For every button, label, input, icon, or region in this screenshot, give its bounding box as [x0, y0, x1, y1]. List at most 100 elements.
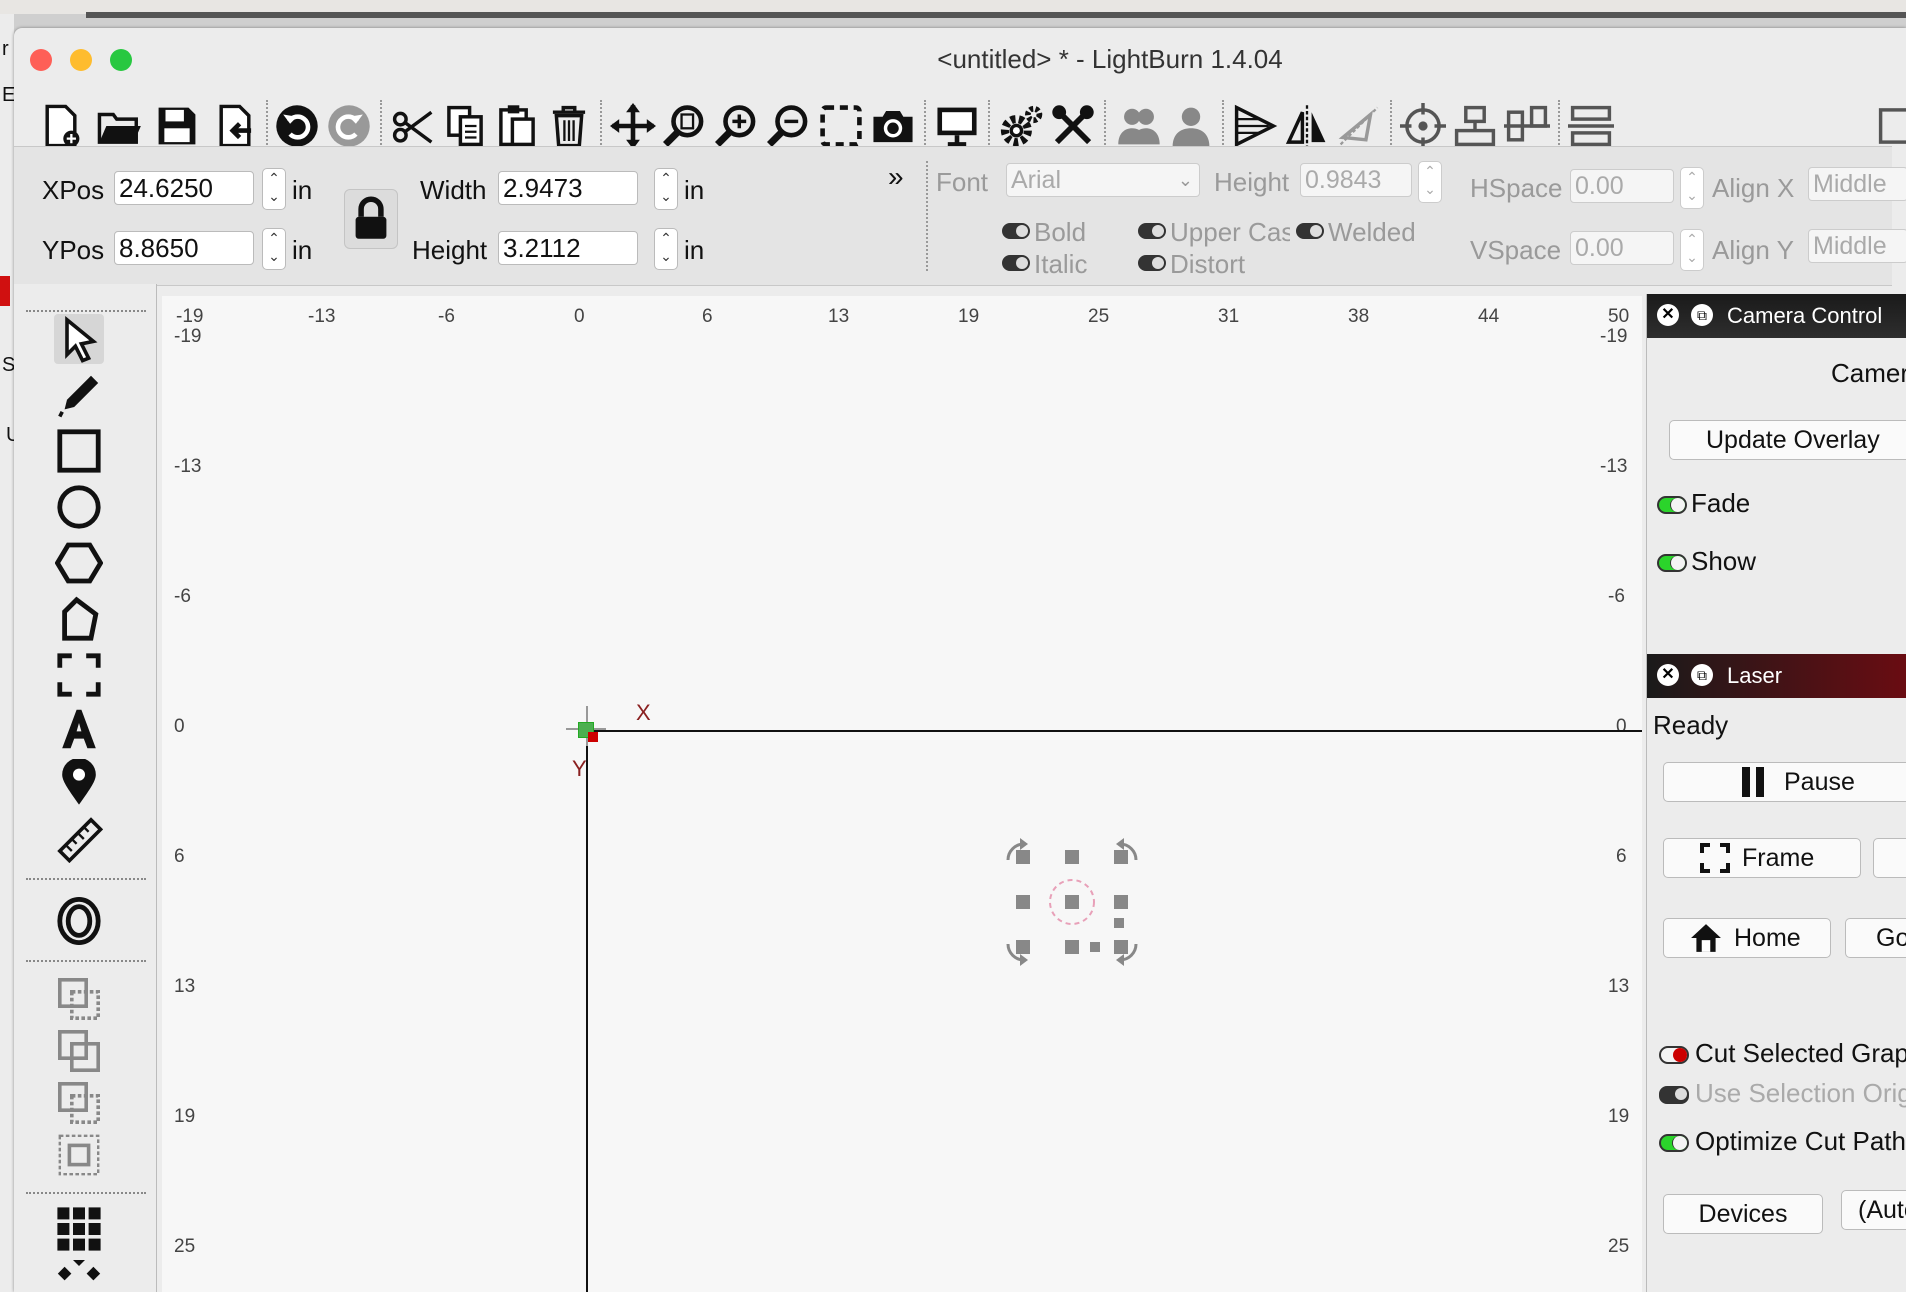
- grid-array-icon[interactable]: [54, 1204, 104, 1254]
- boolean-union-icon[interactable]: [54, 974, 104, 1024]
- go-label: Go: [1876, 923, 1906, 952]
- distort-label: Distort: [1170, 249, 1246, 279]
- laser-title: Laser: [1727, 663, 1783, 688]
- bold-toggle[interactable]: [1002, 223, 1030, 239]
- show-toggle[interactable]: [1657, 554, 1687, 572]
- distort-toggle[interactable]: [1138, 255, 1166, 271]
- bold-label: Bold: [1034, 217, 1087, 247]
- selected-object[interactable]: [1002, 832, 1142, 972]
- edit-nodes-icon[interactable]: [54, 594, 104, 644]
- y-axis-label: Y: [572, 756, 587, 781]
- upper-case-label: Upper Case: [1170, 217, 1290, 247]
- port-select[interactable]: (Auto): [1841, 1190, 1906, 1230]
- camera-label: Camera: [1831, 358, 1906, 388]
- vspace-input[interactable]: 0.00: [1570, 231, 1674, 265]
- update-overlay-button[interactable]: Update Overlay: [1669, 420, 1906, 460]
- fade-label: Fade: [1691, 488, 1751, 518]
- pause-label: Pause: [1784, 767, 1855, 796]
- camera-control-header: ✕ ⧉ Camera Control: [1647, 294, 1906, 338]
- devices-button[interactable]: Devices: [1663, 1194, 1823, 1234]
- workspace-left-edge: [586, 730, 588, 1292]
- background-window-edge: r E S U: [0, 14, 20, 1292]
- rectangle-tool-icon[interactable]: [54, 426, 104, 476]
- offset-tool-icon[interactable]: [54, 896, 104, 946]
- measure-tool-icon[interactable]: [54, 814, 104, 864]
- desktop-strip: [0, 0, 1906, 18]
- width-spinner[interactable]: ⌃ ⌄: [654, 168, 678, 210]
- cut-selected-toggle[interactable]: [1659, 1046, 1689, 1064]
- ruler-top-label: -6: [438, 306, 455, 327]
- text-tool-icon[interactable]: [54, 704, 104, 754]
- italic-toggle[interactable]: [1002, 255, 1030, 271]
- ruler-top-label: 31: [1218, 306, 1240, 327]
- frame-button[interactable]: Frame: [1663, 838, 1861, 878]
- welded-label: Welded: [1328, 217, 1416, 247]
- use-selection-origin-toggle[interactable]: [1659, 1086, 1689, 1104]
- circular-array-icon[interactable]: [54, 1260, 104, 1292]
- hspace-input[interactable]: 0.00: [1570, 169, 1674, 203]
- polygon-tool-icon[interactable]: [54, 538, 104, 588]
- close-icon[interactable]: ✕: [1657, 304, 1679, 326]
- pause-button[interactable]: Pause: [1663, 762, 1906, 802]
- lock-aspect-button[interactable]: [344, 189, 398, 249]
- boolean-difference-icon[interactable]: [54, 1026, 104, 1076]
- ypos-spinner[interactable]: ⌃ ⌄: [262, 228, 286, 270]
- font-height-spinner[interactable]: ⌃ ⌄: [1418, 161, 1442, 203]
- position-marker-icon[interactable]: [54, 758, 104, 808]
- hspace-label: HSpace: [1470, 173, 1563, 203]
- welded-toggle[interactable]: [1296, 223, 1324, 239]
- height-input[interactable]: 3.2112: [498, 231, 638, 265]
- x-axis-label: X: [636, 700, 651, 725]
- fade-toggle[interactable]: [1657, 496, 1687, 514]
- font-height-input[interactable]: 0.9843: [1300, 163, 1412, 197]
- home-button[interactable]: Home: [1663, 918, 1831, 958]
- weld-tool-icon[interactable]: [54, 1130, 104, 1180]
- close-icon[interactable]: ✕: [1657, 664, 1679, 686]
- lock-icon: [355, 196, 387, 239]
- draw-lines-icon[interactable]: [54, 370, 104, 420]
- workspace-top-edge: [586, 730, 1642, 732]
- go-to-origin-button[interactable]: Go: [1845, 918, 1906, 958]
- ruler-left-label: -19: [174, 326, 202, 347]
- optimize-label: Optimize Cut Path: [1695, 1126, 1906, 1156]
- xpos-input[interactable]: 24.6250: [114, 171, 254, 205]
- cut-selected-label: Cut Selected Graphics: [1695, 1038, 1906, 1068]
- ypos-input[interactable]: 8.8650: [114, 231, 254, 265]
- height-spinner[interactable]: ⌃ ⌄: [654, 228, 678, 270]
- ypos-label: YPos: [42, 235, 105, 265]
- ruler-left-label: 6: [174, 846, 185, 867]
- upper-case-toggle[interactable]: [1138, 223, 1166, 239]
- select-tool-icon[interactable]: [54, 314, 104, 364]
- position-laser-icon[interactable]: [54, 650, 104, 700]
- optimize-toggle[interactable]: [1659, 1134, 1689, 1152]
- ruler-top-label: 0: [574, 306, 585, 327]
- font-value: Arial: [1011, 166, 1062, 194]
- font-select[interactable]: Arial ⌄: [1006, 163, 1200, 197]
- ruler-right-label: -13: [1600, 456, 1628, 477]
- design-canvas[interactable]: -19 -13 -6 0 6 13 19 25 31 38 44 50 -19 …: [162, 296, 1642, 1292]
- ruler-top-label: -19: [176, 306, 204, 327]
- ruler-top-label: 50: [1608, 306, 1630, 327]
- width-input[interactable]: 2.9473: [498, 171, 638, 205]
- ruler-left-label: 0: [174, 716, 185, 737]
- vspace-spinner[interactable]: ⌃ ⌄: [1680, 229, 1704, 271]
- boolean-intersection-icon[interactable]: [54, 1078, 104, 1128]
- align-x-select[interactable]: Middle: [1808, 167, 1906, 201]
- xpos-spinner[interactable]: ⌃ ⌄: [262, 168, 286, 210]
- laser-status: Ready: [1653, 710, 1729, 740]
- align-y-select[interactable]: Middle: [1808, 229, 1906, 263]
- right-dock: ✕ ⧉ Camera Control Camera Update Overlay…: [1646, 294, 1906, 1292]
- chevron-down-icon: ⌄: [1177, 170, 1193, 190]
- height-label: Height: [412, 235, 488, 265]
- ruler-top-label: 19: [958, 306, 980, 327]
- hspace-spinner[interactable]: ⌃ ⌄: [1680, 167, 1704, 209]
- align-x-label: Align X: [1712, 173, 1795, 203]
- ruler-left-label: 25: [174, 1236, 196, 1257]
- ellipse-tool-icon[interactable]: [54, 482, 104, 532]
- port-label: (Auto): [1858, 1195, 1906, 1224]
- frame-secondary-button[interactable]: [1873, 838, 1906, 878]
- float-icon[interactable]: ⧉: [1691, 304, 1713, 326]
- float-icon[interactable]: ⧉: [1691, 664, 1713, 686]
- ruler-right-label: 25: [1608, 1236, 1630, 1257]
- expand-icon[interactable]: »: [888, 161, 904, 193]
